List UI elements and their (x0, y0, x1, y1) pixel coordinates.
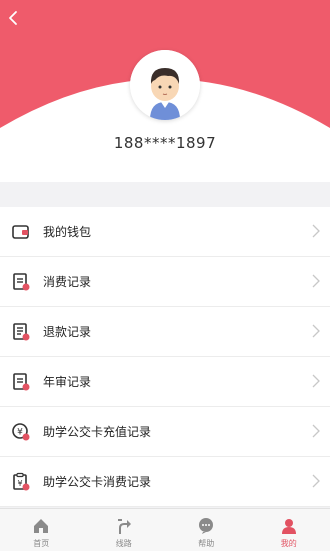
help-icon (197, 517, 215, 535)
svg-text:¥: ¥ (17, 428, 23, 438)
boy-avatar-icon (130, 50, 200, 120)
user-icon (280, 517, 298, 535)
menu-list: 我的钱包 消费记录 退款记录 年审记录 (0, 207, 330, 507)
menu-item-consumption-record[interactable]: 消费记录 (0, 257, 330, 307)
tab-label: 线路 (83, 538, 166, 549)
tab-label: 首页 (0, 538, 83, 549)
home-icon (32, 517, 50, 535)
chevron-right-icon (312, 324, 320, 338)
menu-item-label: 消费记录 (43, 273, 91, 290)
menu-item-refund-record[interactable]: 退款记录 (0, 307, 330, 357)
tab-help[interactable]: 帮助 (165, 509, 248, 551)
refund-record-icon (11, 322, 31, 342)
annual-review-icon (11, 372, 31, 392)
clipboard-yuan-icon: ¥ (11, 472, 31, 492)
consumption-record-icon (11, 272, 31, 292)
tab-label: 帮助 (165, 538, 248, 549)
chevron-right-icon (312, 274, 320, 288)
menu-item-annual-review[interactable]: 年审记录 (0, 357, 330, 407)
chevron-right-icon (312, 224, 320, 238)
wallet-icon (11, 222, 31, 242)
yuan-recharge-icon: ¥ (11, 422, 31, 442)
tab-mine[interactable]: 我的 (248, 509, 330, 551)
menu-item-label: 退款记录 (43, 323, 91, 340)
menu-item-wallet[interactable]: 我的钱包 (0, 207, 330, 257)
menu-item-student-card-consumption[interactable]: ¥ 助学公交卡消费记录 (0, 457, 330, 507)
menu-item-student-card-recharge[interactable]: ¥ 助学公交卡充值记录 (0, 407, 330, 457)
profile-header: 188****1897 (0, 0, 330, 182)
phone-number: 188****1897 (0, 134, 330, 152)
tab-home[interactable]: 首页 (0, 509, 83, 551)
tab-route[interactable]: 线路 (83, 509, 166, 551)
route-icon (115, 517, 133, 535)
menu-item-label: 年审记录 (43, 373, 91, 390)
menu-item-label: 助学公交卡消费记录 (43, 473, 151, 490)
chevron-right-icon (312, 424, 320, 438)
back-arrow-icon[interactable] (4, 6, 24, 30)
avatar[interactable] (130, 50, 200, 120)
menu-item-label: 助学公交卡充值记录 (43, 423, 151, 440)
svg-text:¥: ¥ (17, 479, 22, 488)
menu-item-label: 我的钱包 (43, 223, 91, 240)
tab-label: 我的 (248, 538, 330, 549)
bottom-tab-bar: 首页 线路 帮助 我的 (0, 508, 330, 551)
chevron-right-icon (312, 374, 320, 388)
chevron-right-icon (312, 474, 320, 488)
